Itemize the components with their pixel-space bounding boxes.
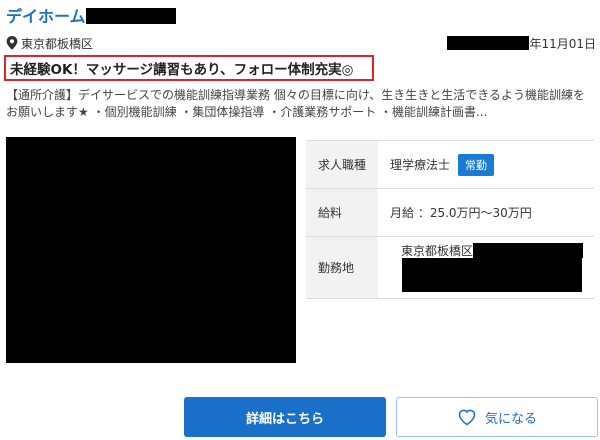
redacted-address-line2: [402, 258, 582, 292]
job-headline[interactable]: 未経験OK！マッサージ講習もあり、フォロー体制充実◎: [4, 55, 374, 81]
favorite-button[interactable]: 気になる: [396, 397, 598, 437]
location-text: 東京都板橋区: [21, 36, 94, 51]
job-description: 【通所介護】デイサービスでの機能訓練指導業務 個々の目標に向け、生き生きと生活で…: [6, 88, 585, 119]
job-headline-text: 未経験OK！マッサージ講習もあり、フォロー体制充実◎: [10, 62, 354, 78]
job-type-label: 求人職種: [306, 141, 378, 188]
heart-icon: [458, 409, 476, 426]
salary-label: 給料: [306, 189, 378, 236]
job-photo: [6, 137, 296, 363]
job-type-row: 求人職種 理学療法士 常勤: [306, 141, 594, 189]
company-name-row[interactable]: デイホーム: [6, 6, 176, 28]
location-row: 東京都板橋区: [6, 34, 93, 52]
redacted-address: [473, 243, 583, 258]
posted-date-text: 年11月01日: [529, 36, 596, 51]
workplace-row: 勤務地 東京都板橋区: [306, 237, 594, 299]
detail-button[interactable]: 詳細はこちら: [184, 397, 386, 437]
company-name[interactable]: デイホーム: [6, 7, 86, 26]
job-type-cell: 理学療法士 常勤: [378, 141, 594, 188]
job-details-table: 求人職種 理学療法士 常勤 給料 月給 ：25.0万円〜30万円 勤務地 東京都…: [306, 140, 594, 299]
redacted-company-suffix: [85, 8, 176, 24]
redacted-year: [447, 36, 530, 50]
workplace-cell: 東京都板橋区: [378, 237, 594, 298]
favorite-label: 気になる: [484, 411, 537, 427]
salary-row: 給料 月給 ：25.0万円〜30万円: [306, 189, 594, 237]
salary-value: 月給 ：25.0万円〜30万円: [390, 206, 532, 220]
workplace-label: 勤務地: [306, 237, 378, 298]
job-type-value: 理学療法士: [390, 158, 451, 172]
employment-badge: 常勤: [458, 153, 495, 176]
workplace-line: 東京都板橋区: [401, 243, 583, 258]
map-pin-icon: [6, 36, 18, 50]
posted-date: 年11月01日: [447, 34, 596, 52]
workplace-value: 東京都板橋区: [400, 244, 473, 258]
